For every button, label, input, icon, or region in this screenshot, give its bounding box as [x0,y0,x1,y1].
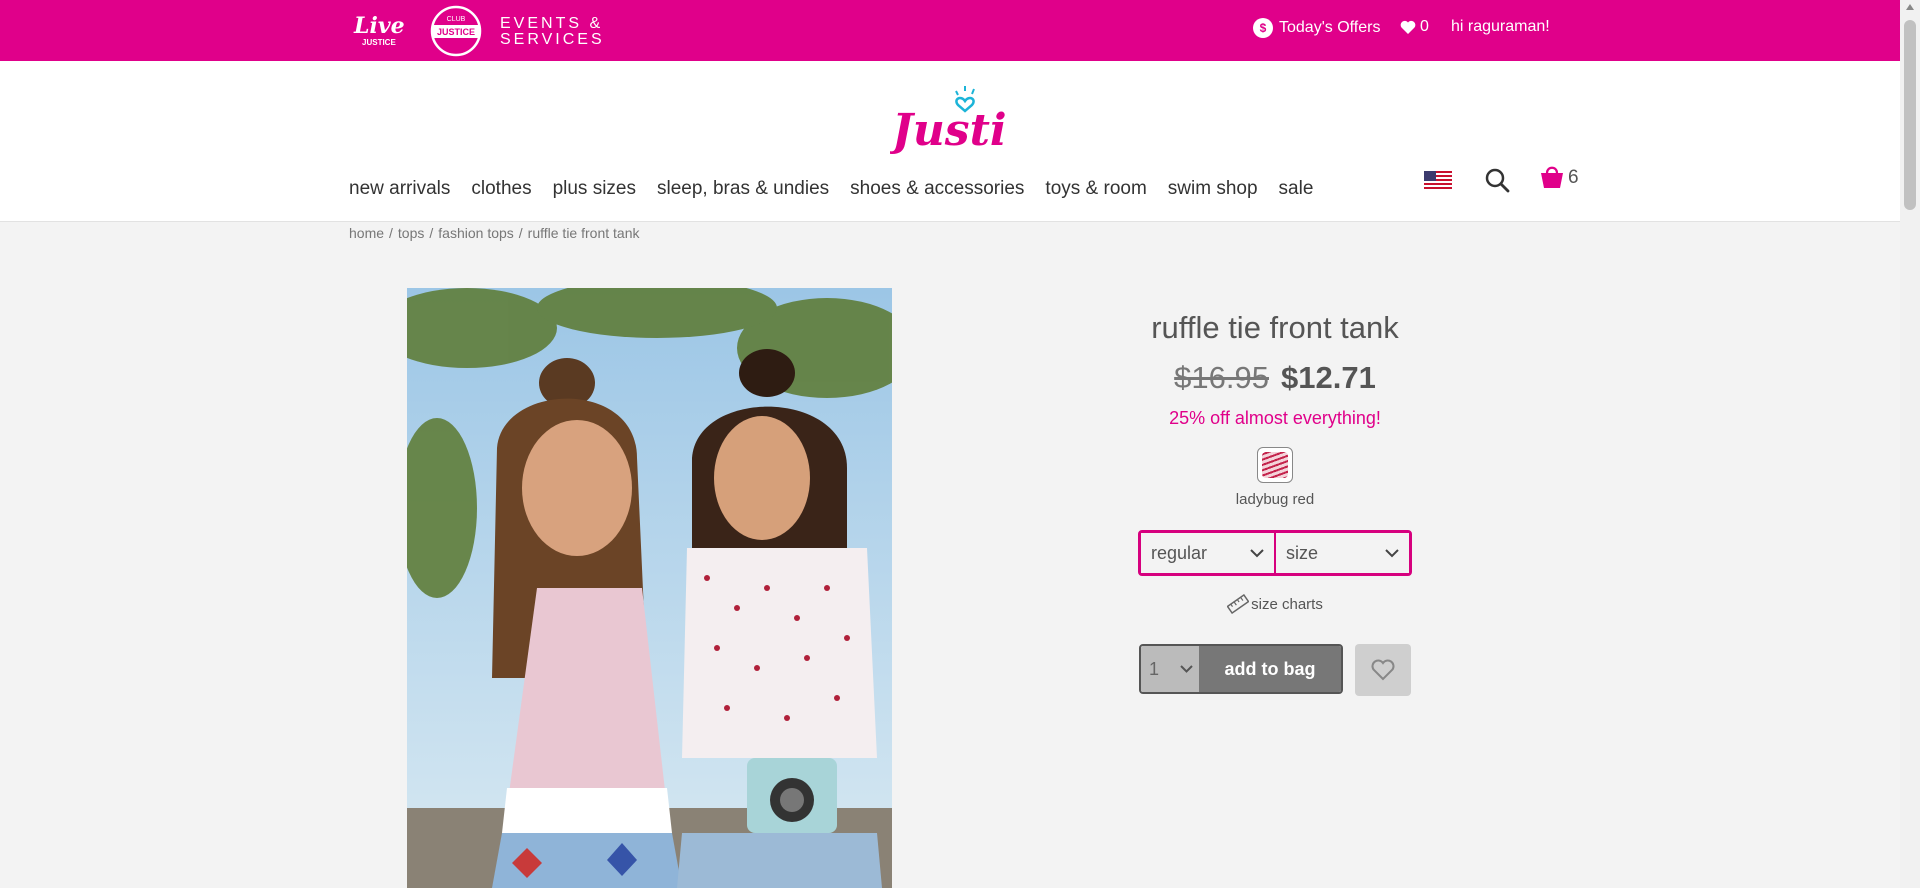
product-info: ruffle tie front tank $16.95 $12.71 25% o… [1100,310,1450,696]
breadcrumb-separator: / [389,225,393,241]
us-flag-icon[interactable] [1424,171,1452,191]
fit-select[interactable]: regular [1141,533,1274,573]
shopping-bag-icon [1541,166,1563,188]
color-name: ladybug red [1235,491,1315,508]
size-charts-label: size charts [1251,595,1323,613]
svg-text:Live: Live [353,13,405,39]
breadcrumb-home[interactable]: home [349,225,384,241]
breadcrumb: home / tops / fashion tops / ruffle tie front … [349,225,639,241]
cart-button[interactable]: 6 [1539,163,1579,189]
todays-offers-label: Today's Offers [1279,19,1381,36]
add-to-bag-group: 1 add to bag [1139,644,1343,694]
dollar-icon: $ [1253,18,1273,38]
price-block: $16.95 $12.71 [1100,360,1450,396]
wishlist-link[interactable]: 0 [1400,18,1429,36]
heart-icon [1400,20,1416,34]
nav-sleep-bras-undies[interactable]: sleep, bras & undies [657,178,829,200]
nav-swim-shop[interactable]: swim shop [1168,178,1258,200]
cart-count: 6 [1568,167,1579,188]
scrollbar-thumb[interactable] [1904,20,1916,210]
ruler-icon [1227,594,1250,614]
sale-price: $12.71 [1281,360,1376,395]
justice-logo[interactable]: Justice [890,83,1008,155]
breadcrumb-separator: / [429,225,434,241]
svg-text:JUSTICE: JUSTICE [362,38,396,47]
account-greeting[interactable]: hi raguraman! [1451,18,1550,36]
nav-toys-room[interactable]: toys & room [1045,178,1146,200]
page-scrollbar[interactable] [1900,0,1920,888]
original-price: $16.95 [1174,360,1269,395]
svg-text:JUSTICE: JUSTICE [437,27,475,37]
chevron-down-icon [1180,665,1193,673]
chevron-down-icon [1385,548,1399,557]
svg-text:Justice: Justice [890,105,1008,155]
site-header: Justice new arrivals clothes plus sizes … [0,61,1900,222]
quantity-value: 1 [1149,658,1160,679]
purchase-actions: 1 add to bag [1100,644,1450,696]
chevron-down-icon [1250,548,1264,557]
color-swatch-fill [1262,452,1288,478]
add-to-bag-button[interactable]: add to bag [1199,646,1341,692]
nav-shoes-accessories[interactable]: shoes & accessories [850,178,1024,200]
nav-sale[interactable]: sale [1279,178,1314,200]
size-select-value: size [1286,542,1319,563]
club-justice-logo[interactable]: CLUB JUSTICE [424,5,488,57]
top-bar: Live JUSTICE CLUB JUSTICE EVENTS & SERVI… [0,0,1900,61]
wishlist-count: 0 [1420,18,1429,35]
color-swatch[interactable] [1257,447,1293,483]
search-icon[interactable] [1484,167,1510,193]
breadcrumb-current: ruffle tie front tank [527,225,640,241]
live-justice-logo[interactable]: Live JUSTICE [348,9,412,51]
promo-message: 25% off almost everything! [1169,408,1381,428]
size-charts-link[interactable]: size charts [1100,594,1450,614]
scroll-up-arrow-icon[interactable] [1906,4,1914,10]
size-select[interactable]: size [1274,533,1409,573]
nav-clothes[interactable]: clothes [471,178,531,200]
product-image[interactable] [407,288,892,888]
breadcrumb-fashion-tops[interactable]: fashion tops [438,225,514,241]
nav-plus-sizes[interactable]: plus sizes [553,178,636,200]
product-title: ruffle tie front tank [1151,310,1399,345]
variant-selectors: regular size [1138,530,1412,576]
quantity-select[interactable]: 1 [1141,646,1199,692]
nav-new-arrivals[interactable]: new arrivals [349,178,450,200]
todays-offers-link[interactable]: $ Today's Offers [1253,18,1380,38]
main-nav: new arrivals clothes plus sizes sleep, b… [349,178,1334,200]
add-to-wishlist-button[interactable] [1355,644,1411,696]
breadcrumb-separator: / [518,225,523,241]
heart-outline-icon [1371,659,1395,681]
svg-text:CLUB: CLUB [447,16,466,23]
events-services-link[interactable]: EVENTS & SERVICES [500,16,605,48]
breadcrumb-tops[interactable]: tops [398,225,424,241]
fit-select-value: regular [1151,542,1208,563]
